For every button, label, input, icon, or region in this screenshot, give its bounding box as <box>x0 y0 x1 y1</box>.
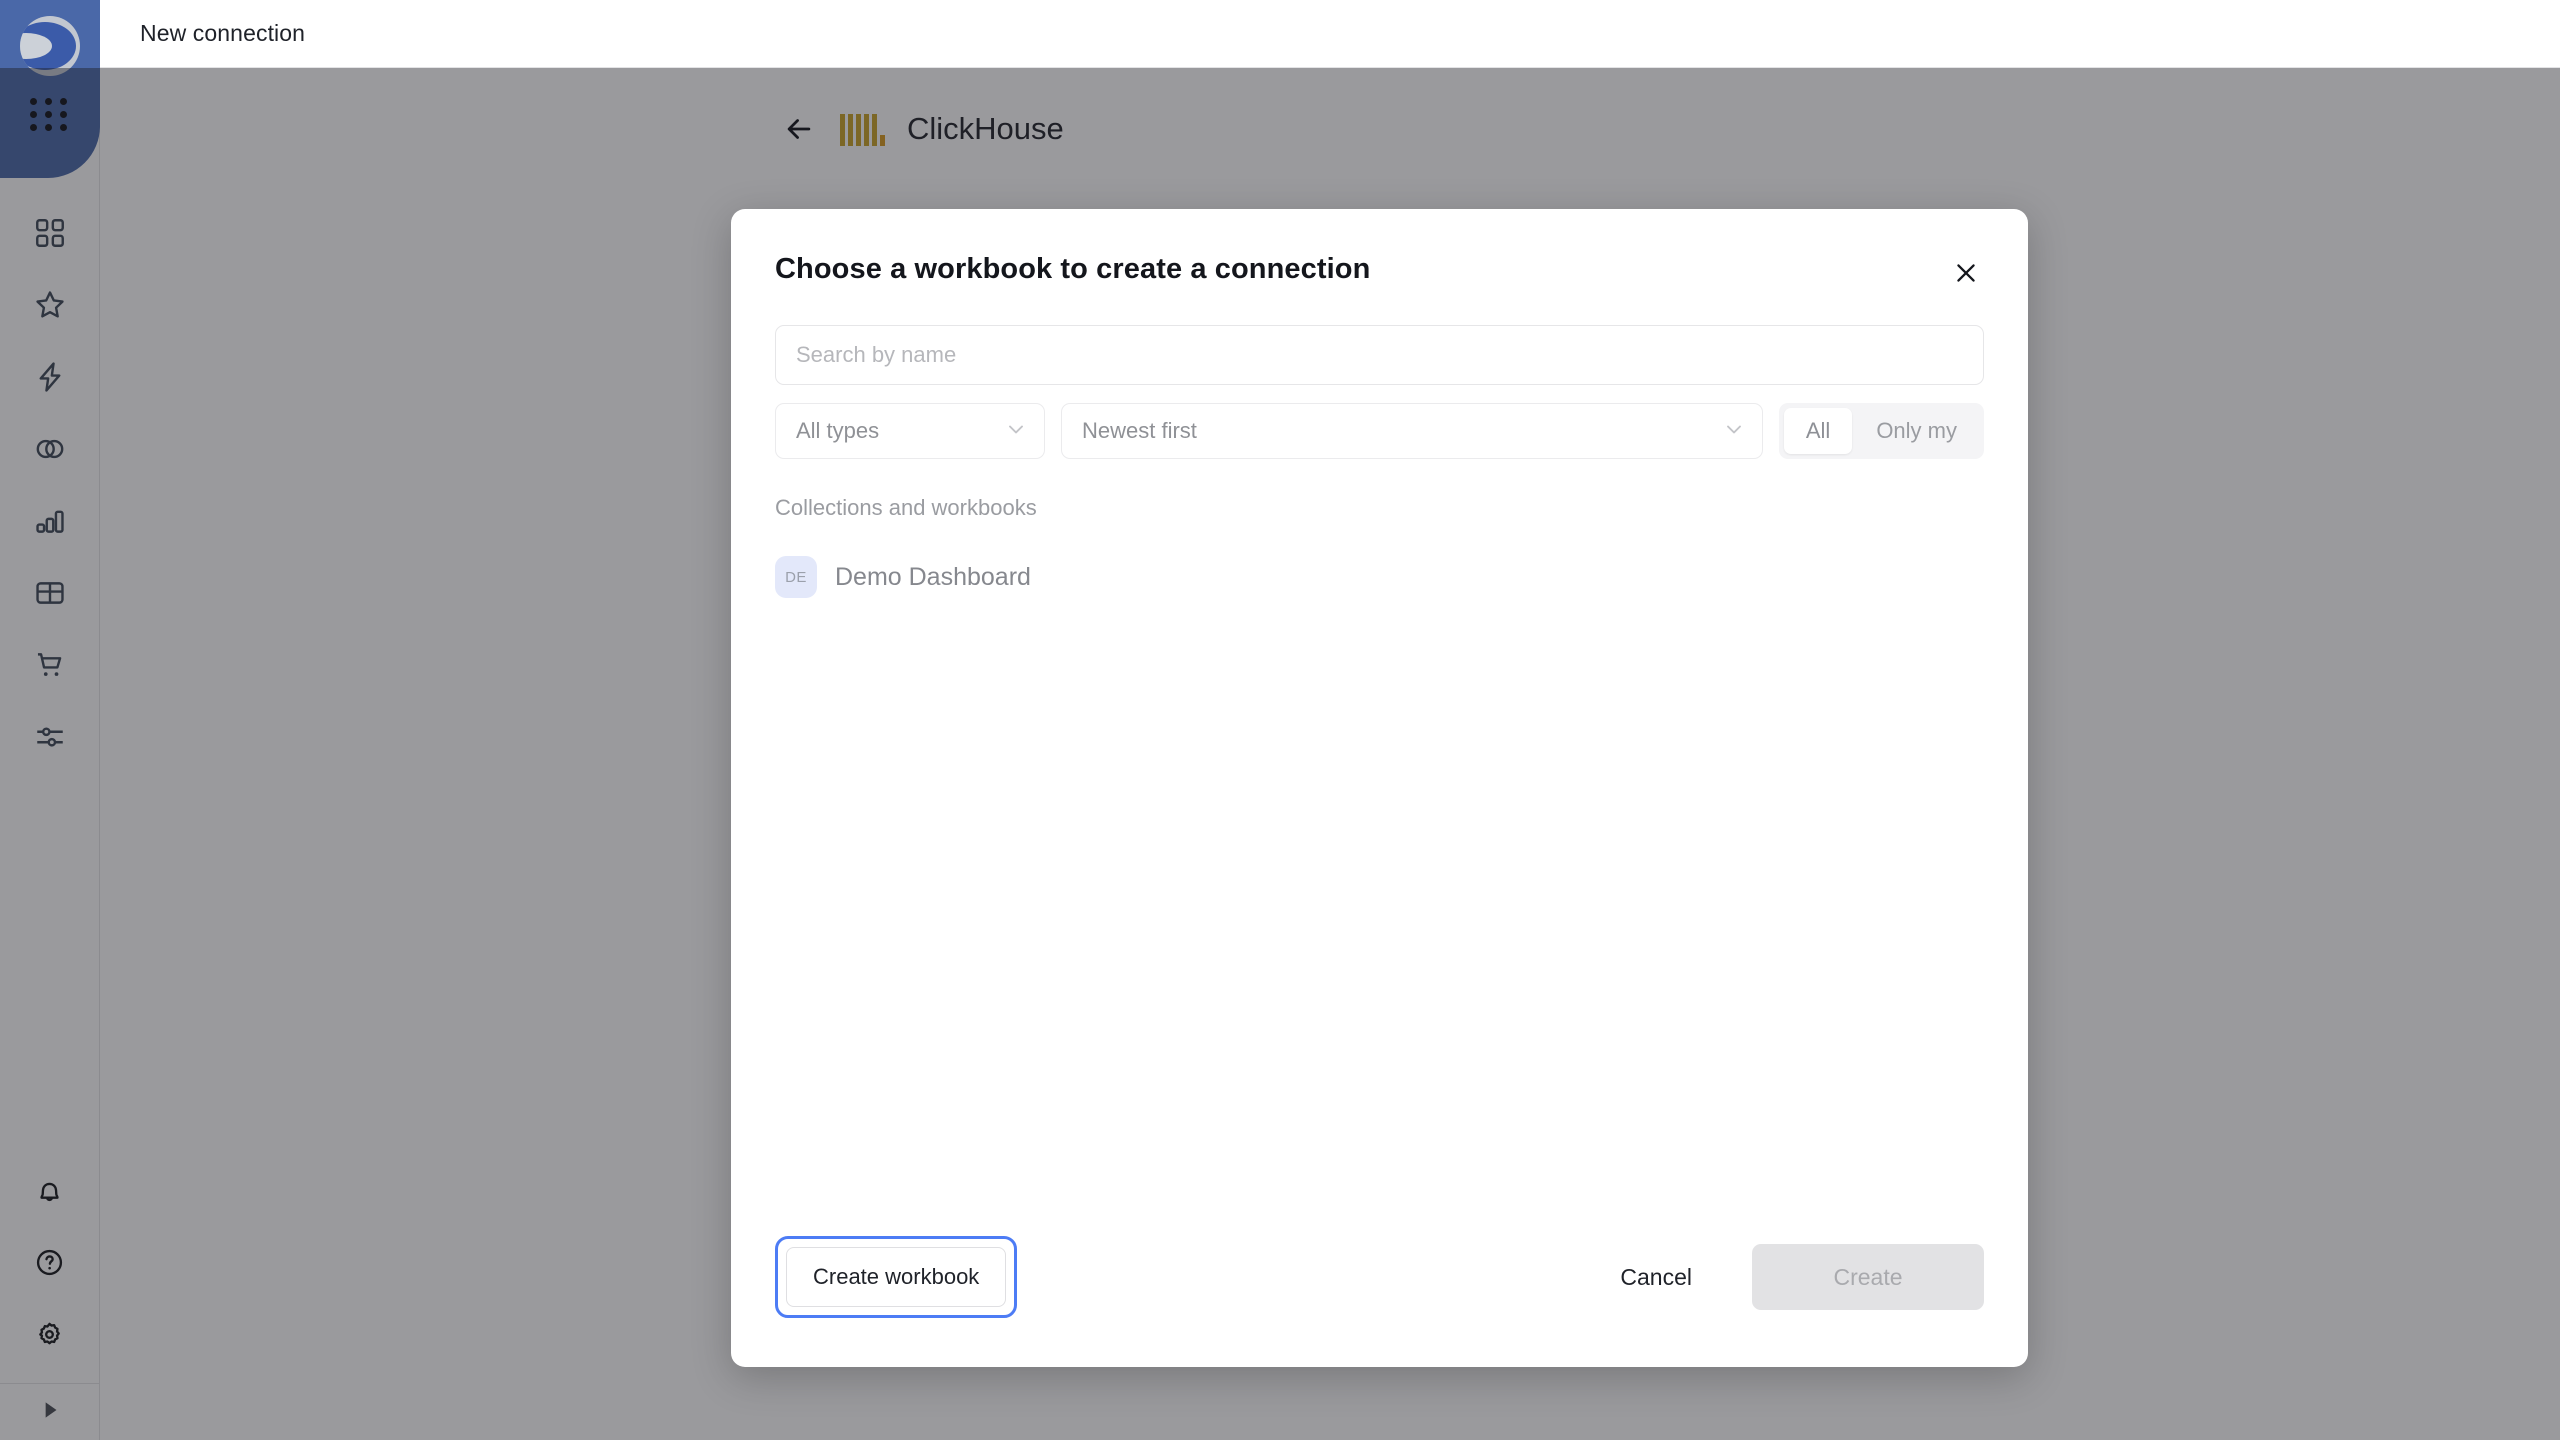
sort-filter-value: Newest first <box>1082 418 1197 444</box>
list-item[interactable]: DE Demo Dashboard <box>775 549 1984 605</box>
footer-actions: Cancel Create <box>1594 1244 1984 1310</box>
datalens-logo[interactable] <box>20 16 80 76</box>
list-item-label: Demo Dashboard <box>835 563 1031 592</box>
page-body: ClickHouse Choose a workbook to create a… <box>100 68 2560 1440</box>
section-label: Collections and workbooks <box>775 495 1984 521</box>
type-filter-select[interactable]: All types <box>775 403 1045 459</box>
create-workbook-button[interactable]: Create workbook <box>786 1247 1006 1307</box>
scope-toggle-only-my[interactable]: Only my <box>1854 408 1979 454</box>
scope-toggle-all[interactable]: All <box>1784 408 1852 454</box>
create-button[interactable]: Create <box>1752 1244 1984 1310</box>
modal-header: Choose a workbook to create a connection <box>775 253 1984 291</box>
sort-filter-select[interactable]: Newest first <box>1061 403 1763 459</box>
close-icon[interactable] <box>1948 255 1984 291</box>
app-root: New connection ClickHouse Choose a <box>0 0 2560 1440</box>
chevron-down-icon <box>1004 417 1028 446</box>
topbar: New connection <box>100 0 2560 68</box>
scope-toggle: All Only my <box>1779 403 1984 459</box>
avatar: DE <box>775 556 817 598</box>
filters-row: All types Newest first <box>775 403 1984 459</box>
chevron-down-icon <box>1722 417 1746 446</box>
modal-footer: Create workbook Cancel Create <box>775 1209 1984 1367</box>
create-workbook-focus-ring: Create workbook <box>775 1236 1017 1318</box>
type-filter-value: All types <box>796 418 879 444</box>
choose-workbook-modal: Choose a workbook to create a connection… <box>731 209 2028 1367</box>
modal-title: Choose a workbook to create a connection <box>775 253 1370 286</box>
workbook-list: DE Demo Dashboard <box>775 549 1984 1209</box>
search-input[interactable] <box>775 325 1984 385</box>
main-area: New connection ClickHouse Choose a <box>100 0 2560 1440</box>
cancel-button[interactable]: Cancel <box>1594 1247 1718 1307</box>
page-title: New connection <box>140 20 305 47</box>
